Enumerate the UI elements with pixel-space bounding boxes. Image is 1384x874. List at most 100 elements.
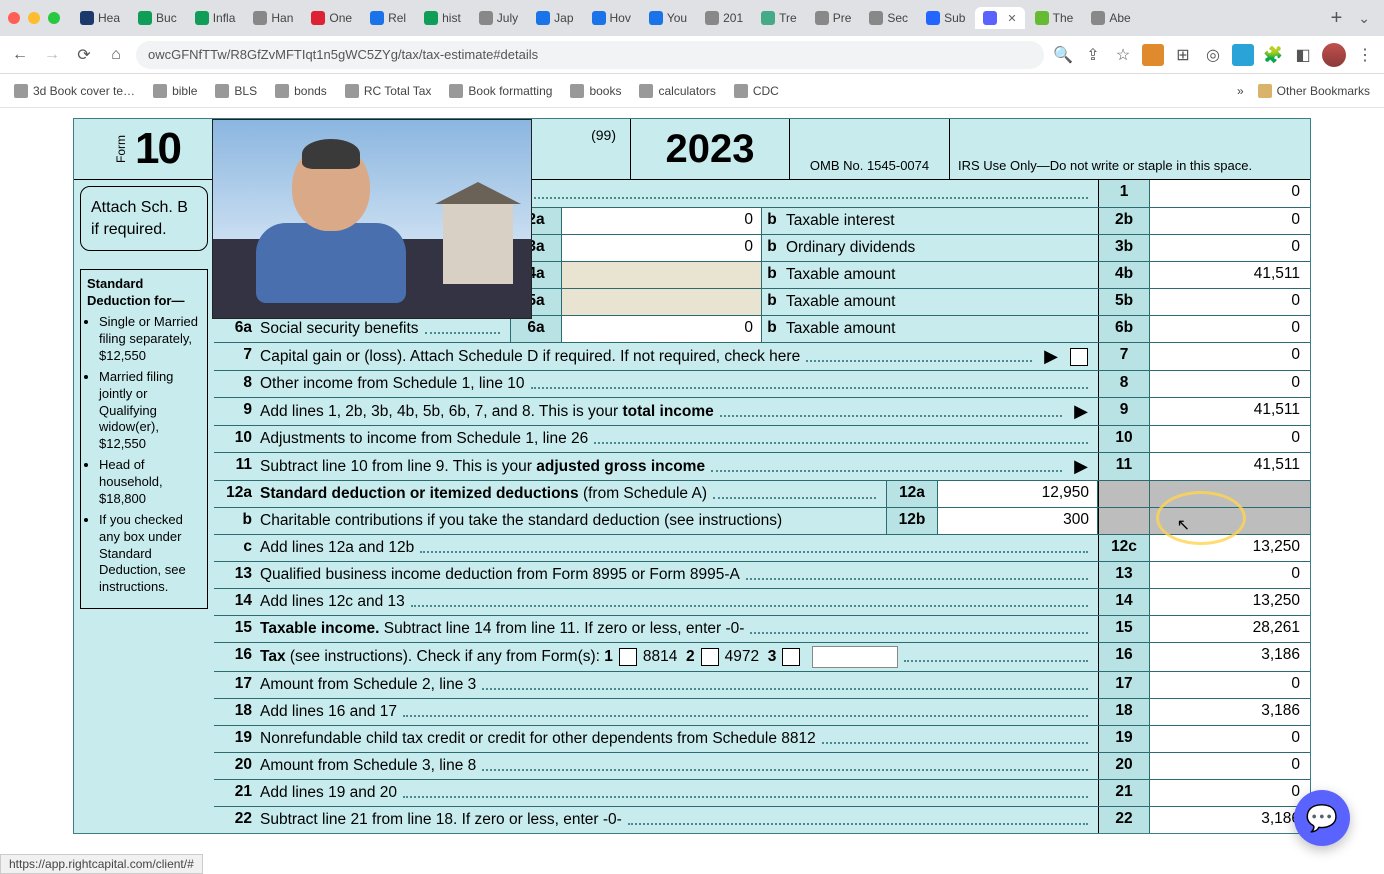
browser-tab[interactable]: One bbox=[303, 7, 360, 29]
line-16: 16 Tax (see instructions). Check if any … bbox=[214, 642, 1310, 671]
menu-icon[interactable]: ⋮ bbox=[1354, 44, 1376, 66]
line-6b-value: 0 bbox=[1150, 316, 1310, 342]
bookmark-item[interactable]: RC Total Tax bbox=[339, 82, 438, 100]
bookmarks-overflow[interactable]: » bbox=[1237, 84, 1244, 98]
bookmark-item[interactable]: calculators bbox=[633, 82, 721, 100]
line-8: 8 Other income from Schedule 1, line 10 … bbox=[214, 370, 1310, 397]
minimize-icon[interactable] bbox=[28, 12, 40, 24]
line-14-value: 13,250 bbox=[1150, 589, 1310, 615]
line-5a-value bbox=[562, 289, 762, 315]
tabs-overflow-icon[interactable]: ⌄ bbox=[1352, 10, 1376, 27]
line-11: 11 Subtract line 10 from line 9. This is… bbox=[214, 452, 1310, 480]
form-number: 10 bbox=[135, 124, 180, 174]
line-18: 18 Add lines 16 and 17 18 3,186 bbox=[214, 698, 1310, 725]
line-16-other-input[interactable] bbox=[812, 646, 898, 668]
line-7-value: 0 bbox=[1150, 343, 1310, 370]
home-button[interactable]: ⌂ bbox=[104, 43, 128, 67]
line-16-check-3[interactable] bbox=[782, 648, 800, 666]
line-16-value: 3,186 bbox=[1150, 643, 1310, 671]
bookmark-star-icon[interactable]: ☆ bbox=[1112, 44, 1134, 66]
browser-tab[interactable]: Infla bbox=[187, 7, 244, 29]
browser-tab[interactable]: Jap bbox=[528, 7, 581, 29]
browser-tab[interactable]: hist bbox=[416, 7, 469, 29]
std-deduction-heading: Standard Deduction for— bbox=[87, 276, 201, 309]
bookmark-item[interactable]: BLS bbox=[209, 82, 263, 100]
browser-tab[interactable]: Buc bbox=[130, 7, 185, 29]
url-bar[interactable]: owcGFNfTTw/R8GfZvMFTIqt1n5gWC5ZYg/tax/ta… bbox=[136, 41, 1044, 69]
browser-tab[interactable]: Sec bbox=[861, 7, 916, 29]
bookmark-item[interactable]: bible bbox=[147, 82, 203, 100]
form-1040: Form 10 Revenue Service(99) me Tax Retur… bbox=[73, 118, 1311, 834]
back-button[interactable]: ← bbox=[8, 43, 32, 67]
line-4a-value bbox=[562, 262, 762, 288]
close-icon[interactable] bbox=[8, 12, 20, 24]
extension-icon[interactable] bbox=[1142, 44, 1164, 66]
std-deduction-item: Married filing jointly or Qualifying wid… bbox=[99, 369, 201, 452]
browser-tab[interactable]: You bbox=[641, 7, 695, 29]
line-11-value: 41,511 bbox=[1150, 453, 1310, 480]
chat-fab[interactable]: 💬 bbox=[1294, 790, 1350, 846]
line-10: 10 Adjustments to income from Schedule 1… bbox=[214, 425, 1310, 452]
std-deduction-item: If you checked any box under Standard De… bbox=[99, 512, 201, 595]
reload-button[interactable]: ⟳ bbox=[72, 43, 96, 67]
window-controls bbox=[8, 12, 60, 24]
extension-icon-3[interactable]: ◎ bbox=[1202, 44, 1224, 66]
browser-tab[interactable]: Tre bbox=[753, 7, 805, 29]
browser-tab[interactable]: 201 bbox=[697, 7, 751, 29]
line-15-value: 28,261 bbox=[1150, 616, 1310, 642]
bookmark-item[interactable]: books bbox=[564, 82, 627, 100]
extensions-puzzle-icon[interactable]: 🧩 bbox=[1262, 44, 1284, 66]
browser-tab[interactable]: July bbox=[471, 7, 526, 29]
line-9: 9 Add lines 1, 2b, 3b, 4b, 5b, 6b, 7, an… bbox=[214, 397, 1310, 425]
line-14: 14 Add lines 12c and 13 14 13,250 bbox=[214, 588, 1310, 615]
toolbar: ← → ⟳ ⌂ owcGFNfTTw/R8GfZvMFTIqt1n5gWC5ZY… bbox=[0, 36, 1384, 74]
browser-tab[interactable]: Abe bbox=[1083, 7, 1138, 29]
maximize-icon[interactable] bbox=[48, 12, 60, 24]
line-12b: b Charitable contributions if you take t… bbox=[214, 507, 1310, 534]
bookmark-item[interactable]: bonds bbox=[269, 82, 333, 100]
forward-button[interactable]: → bbox=[40, 43, 64, 67]
bookmark-item[interactable]: 3d Book cover te… bbox=[8, 82, 141, 100]
omb-number: OMB No. 1545-0074 bbox=[790, 119, 950, 179]
browser-tab[interactable]: Rel bbox=[362, 7, 414, 29]
extension-icon-4[interactable] bbox=[1232, 44, 1254, 66]
sidepanel-icon[interactable]: ◧ bbox=[1292, 44, 1314, 66]
browser-tab[interactable]: ✕ bbox=[975, 7, 1024, 29]
browser-tab[interactable]: Pre bbox=[807, 7, 860, 29]
line-7: 7 Capital gain or (loss). Attach Schedul… bbox=[214, 342, 1310, 370]
line-16-check-1[interactable] bbox=[619, 648, 637, 666]
line-19-value: 0 bbox=[1150, 726, 1310, 752]
line-8-value: 0 bbox=[1150, 371, 1310, 397]
browser-tab[interactable]: Sub bbox=[918, 7, 973, 29]
line-20: 20 Amount from Schedule 3, line 8 20 0 bbox=[214, 752, 1310, 779]
line-3a-value: 0 bbox=[562, 235, 762, 261]
line-16-check-2[interactable] bbox=[701, 648, 719, 666]
line-4b-value: 41,511 bbox=[1150, 262, 1310, 288]
zoom-icon[interactable]: 🔍 bbox=[1052, 44, 1074, 66]
extension-icon-2[interactable]: ⊞ bbox=[1172, 44, 1194, 66]
line-15: 15 Taxable income. Subtract line 14 from… bbox=[214, 615, 1310, 642]
line-13: 13 Qualified business income deduction f… bbox=[214, 561, 1310, 588]
bookmark-item[interactable]: CDC bbox=[728, 82, 785, 100]
share-icon[interactable]: ⇪ bbox=[1082, 44, 1104, 66]
browser-tab[interactable]: Han bbox=[245, 7, 301, 29]
tax-year: 2023 bbox=[630, 119, 790, 179]
code-99: (99) bbox=[591, 127, 616, 143]
line-3b-value: 0 bbox=[1150, 235, 1310, 261]
profile-avatar[interactable] bbox=[1322, 43, 1346, 67]
other-bookmarks[interactable]: Other Bookmarks bbox=[1252, 82, 1376, 100]
line-20-value: 0 bbox=[1150, 753, 1310, 779]
browser-tab[interactable]: Hea bbox=[72, 7, 128, 29]
line-7-checkbox[interactable] bbox=[1070, 348, 1088, 366]
bookmark-item[interactable]: Book formatting bbox=[443, 82, 558, 100]
browser-tab[interactable]: Hov bbox=[584, 7, 639, 29]
arrow-icon: ▶ bbox=[1068, 456, 1094, 477]
line-1-value: 0 bbox=[1150, 180, 1310, 207]
browser-tab[interactable]: The bbox=[1027, 7, 1082, 29]
new-tab-button[interactable]: + bbox=[1323, 7, 1351, 30]
bookmarks-bar: 3d Book cover te… bible BLS bonds RC Total T… bbox=[0, 74, 1384, 108]
standard-deduction-box: Standard Deduction for— Single or Marrie… bbox=[80, 269, 208, 609]
video-overlay[interactable] bbox=[212, 119, 532, 319]
line-12a: 12a Standard deduction or itemized deduc… bbox=[214, 480, 1310, 507]
line-13-value: 0 bbox=[1150, 562, 1310, 588]
